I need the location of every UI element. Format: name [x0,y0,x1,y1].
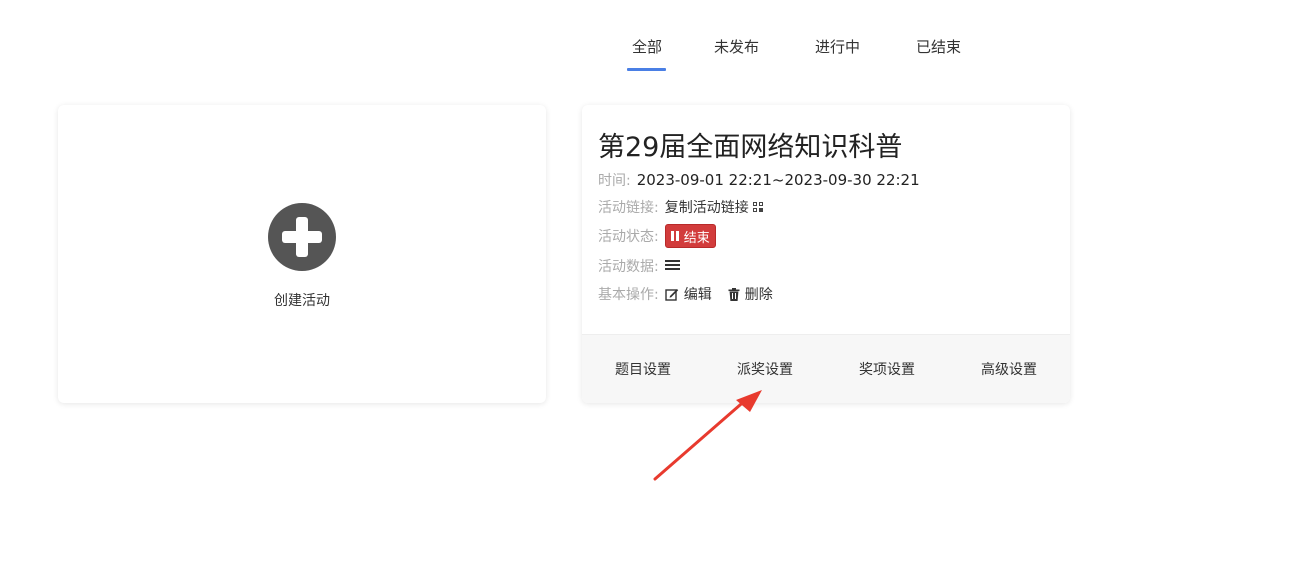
qrcode-icon[interactable] [752,201,764,213]
activity-status-row: 活动状态: 结束 [598,224,716,248]
status-tabs: 全部 未发布 进行中 已结束 [612,36,961,71]
tab-unpublished[interactable]: 未发布 [714,36,759,71]
page: 全部 未发布 进行中 已结束 创建活动 第29届全面网络知识科普 时间: 202… [0,0,1309,562]
activity-link-row: 活动链接: 复制活动链接 [598,197,764,217]
time-value: 2023-09-01 22:21~2023-09-30 22:21 [636,171,920,189]
delete-label: 删除 [744,287,773,303]
status-label: 活动状态: [598,229,659,245]
activity-card: 第29届全面网络知识科普 时间: 2023-09-01 22:21~2023-0… [582,105,1070,403]
data-label: 活动数据: [598,259,659,275]
edit-icon [665,288,678,301]
link-label: 活动链接: [598,200,659,216]
status-badge: 结束 [664,224,716,248]
prize-settings-button[interactable]: 奖项设置 [826,335,948,403]
status-text: 结束 [683,230,710,246]
create-activity-label[interactable]: 创建活动 [58,290,546,310]
activity-ops-row: 基本操作: 编辑 删除 [598,284,773,304]
trash-icon [728,287,740,301]
advanced-settings-button[interactable]: 高级设置 [948,335,1070,403]
tab-all[interactable]: 全部 [626,36,667,71]
pause-icon [670,231,680,241]
activity-time-row: 时间: 2023-09-01 22:21~2023-09-30 22:21 [598,170,920,190]
time-label: 时间: [598,173,631,189]
activity-data-row: 活动数据: [598,256,680,276]
ops-label: 基本操作: [598,287,659,303]
list-icon[interactable] [664,260,680,272]
tab-ended[interactable]: 已结束 [916,36,961,71]
activity-title: 第29届全面网络知识科普 [598,132,903,163]
plus-circle-icon[interactable] [268,203,336,271]
annotation-arrow-icon [653,390,762,481]
delete-button[interactable]: 删除 [728,284,773,304]
create-activity-card[interactable]: 创建活动 [58,105,546,403]
edit-button[interactable]: 编辑 [665,284,712,304]
edit-label: 编辑 [683,287,712,303]
tab-in-progress[interactable]: 进行中 [815,36,860,71]
copy-link-button[interactable]: 复制活动链接 [665,197,749,217]
